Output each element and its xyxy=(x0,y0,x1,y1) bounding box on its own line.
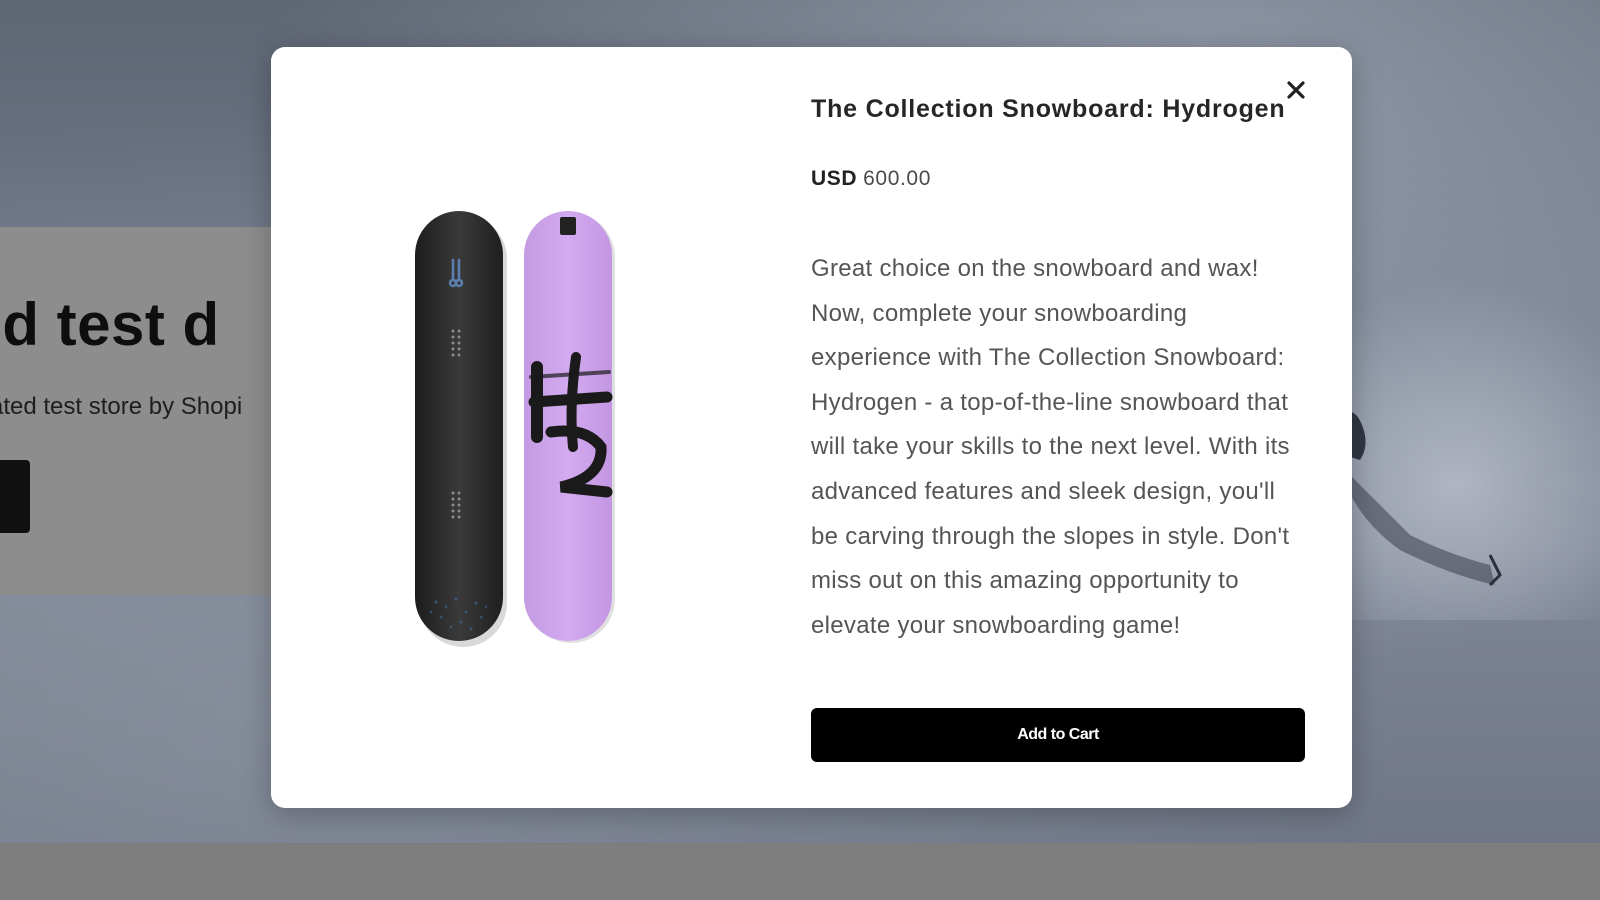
product-quick-view-modal: The Collection Snowboard: Hydrogen USD 60… xyxy=(271,47,1352,808)
product-description: Great choice on the snowboard and wax! N… xyxy=(811,255,1290,639)
snowboarder-figure xyxy=(1340,291,1502,587)
price-currency: USD xyxy=(811,167,858,190)
close-icon xyxy=(1287,81,1305,99)
hero-subtitle: ated test store by Shopi xyxy=(0,393,243,420)
hero-title: ted test d xyxy=(0,291,220,358)
snowboard-lavender xyxy=(524,211,615,643)
close-button[interactable] xyxy=(1281,75,1311,105)
product-image xyxy=(415,211,615,647)
add-to-cart-button[interactable]: Add to Cart xyxy=(811,708,1305,762)
page: ted test d ated test store by Shopi xyxy=(0,0,1600,900)
product-title: The Collection Snowboard: Hydrogen xyxy=(811,95,1286,123)
snowboard-dark xyxy=(415,211,507,647)
footer-band xyxy=(0,843,1600,900)
product-price: USD 600.00 xyxy=(811,167,931,191)
price-amount: 600.00 xyxy=(863,167,931,190)
hero-button[interactable] xyxy=(0,460,30,533)
